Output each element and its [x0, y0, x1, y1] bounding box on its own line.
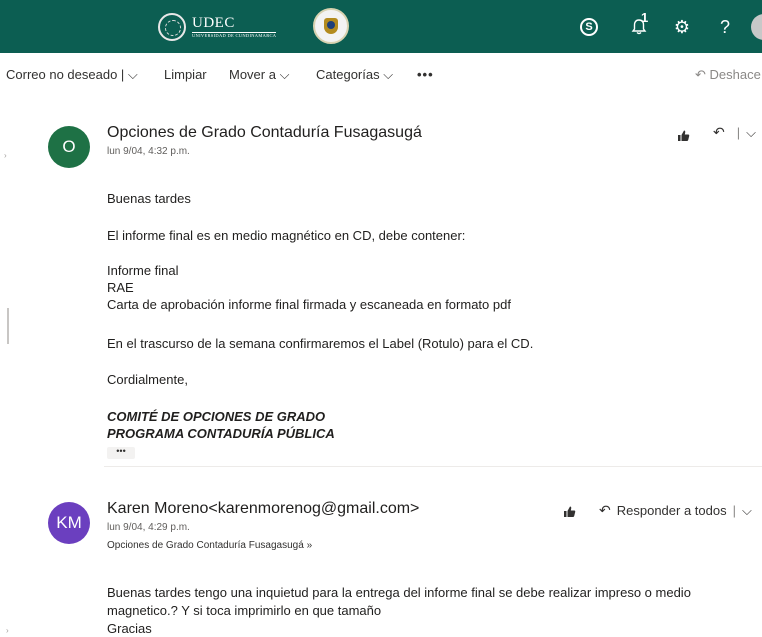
signature-line: PROGRAMA CONTADURÍA PÚBLICA: [107, 426, 335, 441]
chevron-down-icon[interactable]: ⌵: [742, 503, 752, 519]
body-text: Buenas tardes tengo una inquietud para l…: [107, 585, 691, 600]
pane-edge-marker: ›: [6, 626, 9, 635]
more-actions-button[interactable]: •••: [417, 67, 434, 82]
message-divider: [104, 466, 762, 467]
udec-logo: UDEC UNIVERSIDAD DE CUNDINAMARCA: [158, 10, 277, 44]
scrollbar[interactable]: [7, 308, 9, 344]
categories-button[interactable]: Categorías ⌵: [316, 67, 393, 83]
chevron-down-icon: ⌵: [127, 67, 138, 82]
signature-line: COMITÉ DE OPCIONES DE GRADO: [107, 409, 326, 424]
reply-button[interactable]: ↶ | ⌵: [713, 124, 756, 141]
udec-seal-icon: [158, 13, 186, 41]
undo-button[interactable]: ↶ Deshace: [695, 67, 761, 83]
body-text: En el trascurso de la semana confirmarem…: [107, 336, 534, 351]
body-text: Cordialmente,: [107, 372, 188, 387]
body-text: magnetico.? Y si toca imprimirlo en que …: [107, 603, 382, 618]
user-avatar[interactable]: [751, 14, 762, 40]
sender-name[interactable]: Opciones de Grado Contaduría Fusagasugá: [107, 124, 422, 142]
body-text: Carta de aprobación informe final firmad…: [107, 297, 511, 312]
clean-button[interactable]: Limpiar: [164, 67, 207, 82]
skype-icon[interactable]: S: [576, 14, 602, 40]
sender-avatar: O: [48, 126, 90, 168]
body-text: Buenas tardes: [107, 191, 191, 206]
command-bar: Correo no deseado | ⌵ Limpiar Mover a ⌵ …: [0, 53, 762, 97]
reply-icon: ↶: [713, 124, 725, 140]
body-text: El informe final es en medio magnético e…: [107, 228, 466, 243]
logo-subtitle: UNIVERSIDAD DE CUNDINAMARCA: [192, 32, 277, 38]
message-date: lun 9/04, 4:32 p.m.: [107, 146, 190, 157]
chevron-down-icon: ⌵: [279, 67, 290, 82]
sender-name[interactable]: Karen Moreno<karenmorenog@gmail.com>: [107, 500, 419, 518]
chevron-down-icon: ⌵: [383, 67, 394, 82]
like-icon[interactable]: [673, 125, 693, 145]
chevron-down-icon[interactable]: ⌵: [746, 125, 756, 141]
like-icon[interactable]: [559, 501, 579, 521]
body-text: RAE: [107, 280, 134, 295]
pane-edge-marker: ›: [4, 151, 7, 160]
junk-button[interactable]: Correo no deseado | ⌵: [6, 67, 138, 83]
move-to-button[interactable]: Mover a ⌵: [229, 67, 289, 83]
recipient-line[interactable]: Opciones de Grado Contaduría Fusagasugá …: [107, 540, 312, 551]
reply-all-icon: ↶: [599, 502, 611, 518]
undo-icon: ↶: [695, 67, 706, 82]
help-icon[interactable]: ?: [712, 14, 738, 40]
gear-icon[interactable]: ⚙: [669, 14, 695, 40]
show-trimmed-button[interactable]: •••: [107, 447, 135, 459]
body-text: Informe final: [107, 263, 179, 278]
message-date: lun 9/04, 4:29 p.m.: [107, 522, 190, 533]
colombia-seal-icon: [313, 8, 349, 44]
app-header: UDEC UNIVERSIDAD DE CUNDINAMARCA S 1 ⚙ ?: [0, 0, 762, 53]
sender-avatar: KM: [48, 502, 90, 544]
notification-badge: 1: [641, 10, 649, 25]
body-text: Gracias: [107, 621, 152, 636]
logo-text: UDEC: [192, 15, 277, 33]
reply-all-button[interactable]: ↶ Responder a todos | ⌵: [599, 502, 752, 519]
expand-icon: »: [306, 540, 313, 551]
